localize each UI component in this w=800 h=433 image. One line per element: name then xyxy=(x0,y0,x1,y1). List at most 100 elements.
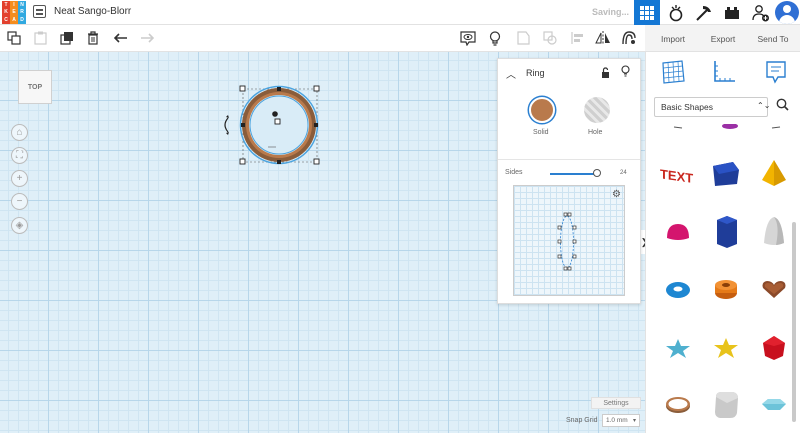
select-arrows-icon: ⌃⌄ xyxy=(757,101,771,110)
home-view-icon[interactable]: ⌂ xyxy=(11,124,28,141)
ortho-view-icon[interactable]: ◈ xyxy=(11,217,28,234)
import-button[interactable]: Import xyxy=(653,25,693,52)
snap-grid-select[interactable]: 1.0 mm xyxy=(602,414,640,427)
rotate-handle-icon[interactable] xyxy=(224,117,229,133)
logo-letter: C xyxy=(2,16,10,24)
edit-toolbar xyxy=(0,25,645,52)
logo-letter: N xyxy=(18,1,26,9)
ruler-icon[interactable] xyxy=(711,59,737,85)
search-icon[interactable] xyxy=(776,98,789,114)
ring-shape-selected[interactable] xyxy=(218,80,328,172)
shape-inspector: ︿ Ring Solid Hole Sides 24 ⚙ xyxy=(497,58,641,304)
shape-paraboloid[interactable] xyxy=(750,207,798,257)
gear-icon[interactable]: ⚙ xyxy=(612,189,621,200)
shape-diamond[interactable] xyxy=(750,380,798,430)
view-cube[interactable]: TOP xyxy=(18,70,52,104)
svg-text:TEXT: TEXT xyxy=(660,166,693,184)
inspector-title: Ring xyxy=(526,68,545,78)
shape-row-partial xyxy=(673,124,781,129)
tinkercad-logo[interactable]: TINKERCAD xyxy=(2,1,26,24)
settings-button[interactable]: Settings xyxy=(591,397,641,409)
document-title[interactable]: Neat Sango-Blorr xyxy=(54,6,131,17)
shape-ring[interactable] xyxy=(654,380,702,430)
delete-icon[interactable] xyxy=(83,28,103,48)
sim-lab-icon[interactable] xyxy=(719,0,745,25)
save-status: Saving... xyxy=(592,7,630,17)
import-export-bar: Import Export Send To xyxy=(645,25,800,52)
lightbulb-icon[interactable] xyxy=(485,28,505,48)
shapes-panel: Basic Shapes ⌃⌄ TEXT xyxy=(645,52,800,433)
cruise-icon[interactable] xyxy=(619,28,639,48)
logo-letter: T xyxy=(2,1,10,9)
logo-letter: I xyxy=(10,1,18,9)
resize-handle[interactable] xyxy=(277,160,281,164)
resize-handle[interactable] xyxy=(314,123,318,127)
codeblocks-icon[interactable] xyxy=(663,0,689,25)
solid-label: Solid xyxy=(533,129,549,136)
shape-polygon[interactable] xyxy=(702,148,750,198)
workplane-grid-icon[interactable] xyxy=(660,59,686,85)
shape-rounded-box[interactable] xyxy=(702,380,750,430)
resize-handle[interactable] xyxy=(313,158,320,165)
undo-icon[interactable] xyxy=(111,28,131,48)
copy-icon[interactable] xyxy=(4,28,24,48)
redo-icon[interactable] xyxy=(137,28,157,48)
logo-letter: K xyxy=(2,8,10,16)
hole-label: Hole xyxy=(588,129,603,136)
shape-half-sphere[interactable] xyxy=(654,207,702,257)
paste-icon[interactable] xyxy=(30,28,50,48)
tinkercad-editor: { "header": { "logo_letters": ["T","I","… xyxy=(0,0,800,433)
align-icon[interactable] xyxy=(568,28,588,48)
shape-icosahedron[interactable] xyxy=(750,323,798,373)
bricks-icon[interactable] xyxy=(691,0,717,25)
shape-library-select[interactable]: Basic Shapes xyxy=(654,97,768,117)
notes-eye-icon[interactable] xyxy=(458,28,478,48)
shapes-scrollbar[interactable] xyxy=(792,222,796,422)
resize-handle[interactable] xyxy=(241,123,245,127)
hole-swatch[interactable] xyxy=(584,97,610,123)
chevron-up-icon[interactable]: ︿ xyxy=(506,66,516,81)
duplicate-icon[interactable] xyxy=(57,28,77,48)
logo-letter: A xyxy=(10,16,18,24)
shape-torus[interactable] xyxy=(654,265,702,315)
shape-text[interactable]: TEXT xyxy=(654,148,702,198)
mirror-icon[interactable] xyxy=(593,28,613,48)
snap-grid-label: Snap Grid xyxy=(566,417,598,424)
zoom-in-icon[interactable]: + xyxy=(11,170,28,187)
resize-handle[interactable] xyxy=(239,85,246,92)
shape-hexagonal-prism[interactable] xyxy=(702,207,750,257)
notes-icon[interactable] xyxy=(763,59,789,85)
design-list-icon[interactable] xyxy=(33,5,46,18)
shape-pyramid[interactable] xyxy=(750,148,798,198)
resize-handle[interactable] xyxy=(313,85,320,92)
invite-user-icon[interactable] xyxy=(748,0,774,25)
top-header: TINKERCAD Neat Sango-Blorr Saving... xyxy=(0,0,800,25)
ungroup-icon[interactable] xyxy=(540,28,560,48)
height-handle[interactable] xyxy=(274,118,281,125)
logo-letter: E xyxy=(10,8,18,16)
export-button[interactable]: Export xyxy=(703,25,743,52)
3d-view-grid-icon[interactable] xyxy=(634,0,660,25)
shape-star-yellow[interactable] xyxy=(702,323,750,373)
bulb-icon[interactable] xyxy=(621,64,630,82)
lock-icon[interactable] xyxy=(601,65,610,83)
sides-slider-knob[interactable] xyxy=(593,169,601,177)
shape-heart[interactable] xyxy=(750,265,798,315)
profile-preview[interactable]: ⚙ xyxy=(513,185,625,296)
shape-star[interactable] xyxy=(654,323,702,373)
solid-color-swatch[interactable] xyxy=(529,97,555,123)
fit-view-icon[interactable]: ⛶ xyxy=(11,147,28,164)
sides-value: 24 xyxy=(620,170,627,176)
send-to-button[interactable]: Send To xyxy=(750,25,796,52)
divider xyxy=(498,159,640,160)
user-avatar[interactable] xyxy=(775,1,799,24)
sides-label: Sides xyxy=(505,169,523,176)
logo-letter: R xyxy=(18,8,26,16)
sides-slider-track[interactable] xyxy=(550,173,598,175)
shape-tube[interactable] xyxy=(702,265,750,315)
group-icon[interactable] xyxy=(514,28,534,48)
zoom-out-icon[interactable]: − xyxy=(11,193,28,210)
resize-handle[interactable] xyxy=(277,87,281,91)
center-dot-icon[interactable] xyxy=(272,111,278,117)
resize-handle[interactable] xyxy=(239,158,246,165)
